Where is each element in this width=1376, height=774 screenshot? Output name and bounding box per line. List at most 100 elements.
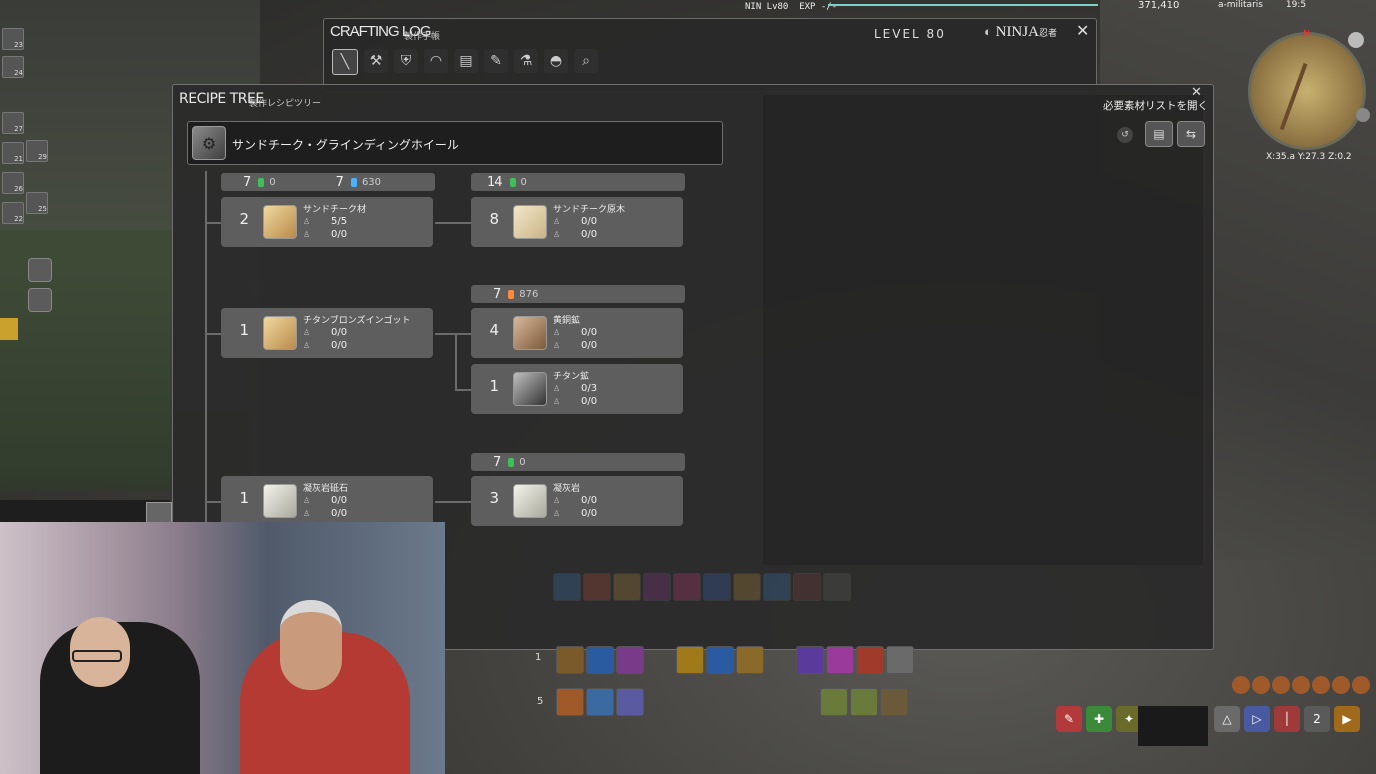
action-slot[interactable] (796, 646, 824, 674)
action-slot[interactable] (616, 688, 644, 716)
action-slot[interactable] (793, 573, 821, 601)
weaver-tab[interactable]: ✎ (484, 49, 508, 73)
action-slot[interactable] (616, 646, 644, 674)
crystal-bar: 7 0 (471, 453, 685, 471)
hq-icon: ♙ (303, 496, 311, 505)
culinarian-tab[interactable]: ◓ (544, 49, 568, 73)
party-icon[interactable]: 24 (2, 56, 24, 78)
wind-crystal-icon (258, 177, 265, 187)
empty-slot (646, 646, 674, 674)
tree-line (205, 333, 221, 335)
leatherworker-tab[interactable]: ▤ (454, 49, 478, 73)
close-icon[interactable]: ✕ (1076, 21, 1089, 40)
action-slot[interactable] (823, 573, 851, 601)
armorer-tab[interactable]: ⛨ (394, 49, 418, 73)
status-icon[interactable]: 27 (2, 112, 24, 134)
action-slot[interactable] (763, 573, 791, 601)
recipe-header[interactable]: ⚙ サンドチーク・グラインディングホイール (187, 121, 723, 165)
hq-icon: ♙ (303, 217, 311, 226)
material-card[interactable]: 1 チタン鉱 ♙ 0/3 ♙ 0/0 (471, 364, 683, 414)
status-icon[interactable]: 29 (26, 140, 48, 162)
material-card[interactable]: 4 黄銅鉱 ♙ 0/0 ♙ 0/0 (471, 308, 683, 358)
wind-crystal-icon (509, 177, 516, 187)
buff-icon (1272, 676, 1290, 694)
gear-icon[interactable] (1356, 108, 1370, 122)
quest-icon[interactable] (0, 318, 18, 340)
action-slot[interactable]: ✎ (1056, 706, 1082, 732)
action-slot[interactable] (586, 688, 614, 716)
blacksmith-tab[interactable]: ⚒ (364, 49, 388, 73)
action-slot[interactable] (613, 573, 641, 601)
action-slot[interactable] (886, 646, 914, 674)
ore-icon (513, 372, 547, 406)
nq-icon: ♙ (553, 341, 561, 350)
glasses-icon (72, 650, 122, 662)
material-card[interactable]: 1 凝灰岩砥石 ♙ 0/0 ♙ 0/0 (221, 476, 433, 526)
action-slot[interactable] (643, 573, 671, 601)
action-slot[interactable] (676, 646, 704, 674)
crafting-level: LEVEL 80 (874, 27, 946, 41)
weapon-icon[interactable] (146, 502, 172, 524)
action-slot[interactable]: 2 (1304, 706, 1330, 732)
action-slot[interactable] (673, 573, 701, 601)
action-slot[interactable] (583, 573, 611, 601)
action-slot[interactable] (736, 646, 764, 674)
action-slot[interactable]: ▷ (1244, 706, 1270, 732)
refresh-icon[interactable]: ↺ (1117, 127, 1133, 143)
water-crystal-icon (350, 177, 357, 187)
action-slot[interactable] (586, 646, 614, 674)
action-slot[interactable]: ▶ (1334, 706, 1360, 732)
search-icon[interactable]: ⌕ (574, 49, 598, 73)
action-slot[interactable]: ✚ (1086, 706, 1112, 732)
material-card[interactable]: 1 チタンブロンズインゴット ♙ 0/0 ♙ 0/0 (221, 308, 433, 358)
alchemist-tab[interactable]: ⚗ (514, 49, 538, 73)
hq-icon: ♙ (553, 384, 561, 393)
tree-line (435, 222, 471, 224)
zoom-in-icon[interactable] (1348, 32, 1364, 48)
tree-line (435, 333, 471, 335)
stone-icon (513, 484, 547, 518)
action-slot[interactable] (556, 646, 584, 674)
left-icon-column-2: 27 21 26 22 (2, 112, 24, 224)
goldsmith-tab[interactable]: ◠ (424, 49, 448, 73)
action-slot[interactable]: △ (1214, 706, 1240, 732)
left-icon-column-3: 29 25 (26, 140, 48, 214)
material-list-button[interactable]: ▤ (1145, 121, 1173, 147)
emote-icon[interactable] (28, 258, 52, 282)
action-slot[interactable] (553, 573, 581, 601)
share-button[interactable]: ⇆ (1177, 121, 1205, 147)
crystal-bar: 7 0 7 630 (221, 173, 435, 191)
action-slot[interactable] (820, 688, 848, 716)
minimap[interactable]: N (1248, 29, 1366, 150)
action-slot[interactable] (850, 688, 878, 716)
mount-icon[interactable] (28, 288, 52, 312)
status-icon[interactable]: 22 (2, 202, 24, 224)
hq-icon: ♙ (303, 328, 311, 337)
party-icon[interactable]: 23 (2, 28, 24, 50)
crafting-log-window: CRAFTING LOG 製作手帳 LEVEL 80 ◐ NINJA忍者 ✕ ╲… (323, 18, 1097, 92)
action-slot[interactable]: │ (1274, 706, 1300, 732)
status-icon[interactable]: 21 (2, 142, 24, 164)
status-icon[interactable]: 26 (2, 172, 24, 194)
action-slot[interactable] (880, 688, 908, 716)
carpenter-tab[interactable]: ╲ (332, 49, 358, 75)
action-slot[interactable] (703, 573, 731, 601)
hotbar-number: 1 (535, 652, 542, 663)
action-slot[interactable] (856, 646, 884, 674)
action-slot[interactable] (733, 573, 761, 601)
material-card[interactable]: 2 サンドチーク材 ♙ 5/5 ♙ 0/0 (221, 197, 433, 247)
material-card[interactable]: 3 凝灰岩 ♙ 0/0 ♙ 0/0 (471, 476, 683, 526)
status-icon[interactable]: 25 (26, 192, 48, 214)
hotbar-1 (556, 646, 914, 674)
action-slot[interactable] (556, 688, 584, 716)
open-material-list-label: 必要素材リストを開く (1103, 100, 1208, 112)
lumber-icon (263, 205, 297, 239)
action-slot[interactable] (706, 646, 734, 674)
job-level-exp: NIN Lv80 EXP -/- (745, 2, 838, 12)
hq-icon: ♙ (553, 328, 561, 337)
material-card[interactable]: 8 サンドチーク原木 ♙ 0/0 ♙ 0/0 (471, 197, 683, 247)
buff-icon (1232, 676, 1250, 694)
gil-count: 371,410 (1138, 0, 1180, 11)
dpad-block[interactable] (1138, 706, 1208, 746)
action-slot[interactable] (826, 646, 854, 674)
